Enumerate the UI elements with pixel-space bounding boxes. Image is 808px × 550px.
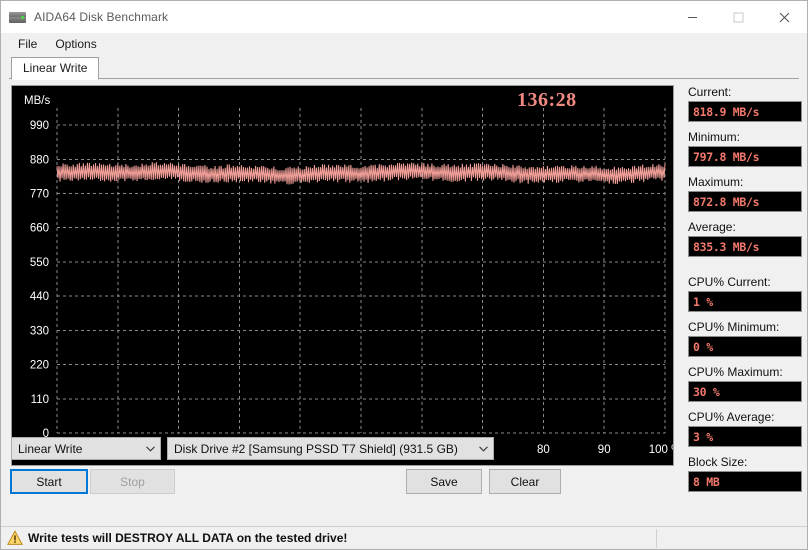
svg-text:220: 220 (30, 360, 49, 372)
svg-text:660: 660 (30, 223, 49, 235)
stat-label-7: CPU% Average: (688, 410, 775, 424)
elapsed-timer: 136:28 (517, 89, 577, 111)
stat-label-2: Maximum: (688, 175, 744, 189)
test-mode-value: Linear Write (18, 441, 83, 456)
menu-bar: File Options (1, 33, 807, 55)
stat-box-4: 1 % (688, 291, 802, 312)
main-body: 0110220330440550660770880990010203040506… (1, 79, 807, 492)
menu-item-options[interactable]: Options (46, 35, 105, 53)
stat-value-5: 0 % (693, 339, 713, 354)
svg-text:440: 440 (30, 291, 49, 303)
chart-canvas: 0110220330440550660770880990010203040506… (24, 95, 673, 456)
chevron-down-icon (140, 445, 160, 452)
stat-value-3: 835.3 MB/s (693, 239, 760, 254)
stat-value-2: 872.8 MB/s (693, 194, 760, 209)
minimize-icon[interactable] (669, 1, 715, 33)
statistics-panel: Current: 818.9 MB/s Minimum: 797.8 MB/s Maxi… (688, 83, 802, 492)
clear-button[interactable]: Clear (489, 469, 561, 494)
title-bar: AIDA64 Disk Benchmark (1, 1, 807, 33)
tab-strip: Linear Write (9, 57, 799, 80)
stat-box-6: 30 % (688, 381, 802, 402)
stat-label-0: Current: (688, 85, 732, 99)
stat-value-0: 818.9 MB/s (693, 104, 760, 119)
app-window: AIDA64 Disk Benchmark File Options Linea… (0, 0, 808, 550)
stat-box-2: 872.8 MB/s (688, 191, 802, 212)
test-mode-select[interactable]: Linear Write (11, 437, 161, 460)
stat-box-5: 0 % (688, 336, 802, 357)
menu-item-file[interactable]: File (9, 35, 46, 53)
window-controls (669, 1, 807, 33)
status-separator (656, 529, 657, 548)
stat-label-6: CPU% Maximum: (688, 365, 783, 379)
chevron-down-icon (473, 445, 493, 452)
stat-box-1: 797.8 MB/s (688, 146, 802, 167)
stat-label-4: CPU% Current: (688, 275, 771, 289)
benchmark-chart: 0110220330440550660770880990010203040506… (11, 85, 674, 466)
status-bar: Write tests will DESTROY ALL DATA on the… (1, 526, 807, 549)
start-button[interactable]: Start (10, 469, 88, 494)
stat-value-4: 1 % (693, 294, 713, 309)
svg-text:550: 550 (30, 257, 49, 269)
stat-label-3: Average: (688, 220, 736, 234)
window-title: AIDA64 Disk Benchmark (34, 10, 169, 24)
drive-select-value: Disk Drive #2 [Samsung PSSD T7 Shield] (… (174, 441, 458, 456)
svg-text:990: 990 (30, 120, 49, 132)
maximize-icon[interactable] (715, 1, 761, 33)
svg-text:330: 330 (30, 325, 49, 337)
stat-value-6: 30 % (693, 384, 720, 399)
disk-drive-icon (9, 9, 26, 26)
close-icon[interactable] (761, 1, 807, 33)
warning-icon (7, 530, 23, 545)
stat-value-1: 797.8 MB/s (693, 149, 760, 164)
stop-button: Stop (90, 469, 175, 494)
svg-text:880: 880 (30, 154, 49, 166)
svg-text:110: 110 (31, 394, 49, 406)
svg-text:MB/s: MB/s (24, 95, 50, 107)
stat-label-5: CPU% Minimum: (688, 320, 780, 334)
stat-label-1: Minimum: (688, 130, 741, 144)
control-bar: Linear Write Disk Drive #2 [Samsung PSSD… (1, 437, 807, 515)
save-button[interactable]: Save (406, 469, 482, 494)
svg-text:770: 770 (30, 189, 49, 201)
tab-linear-write[interactable]: Linear Write (11, 57, 100, 80)
stat-box-0: 818.9 MB/s (688, 101, 802, 122)
stat-box-3: 835.3 MB/s (688, 236, 802, 257)
warning-text: Write tests will DESTROY ALL DATA on the… (28, 531, 348, 545)
drive-select[interactable]: Disk Drive #2 [Samsung PSSD T7 Shield] (… (167, 437, 494, 460)
